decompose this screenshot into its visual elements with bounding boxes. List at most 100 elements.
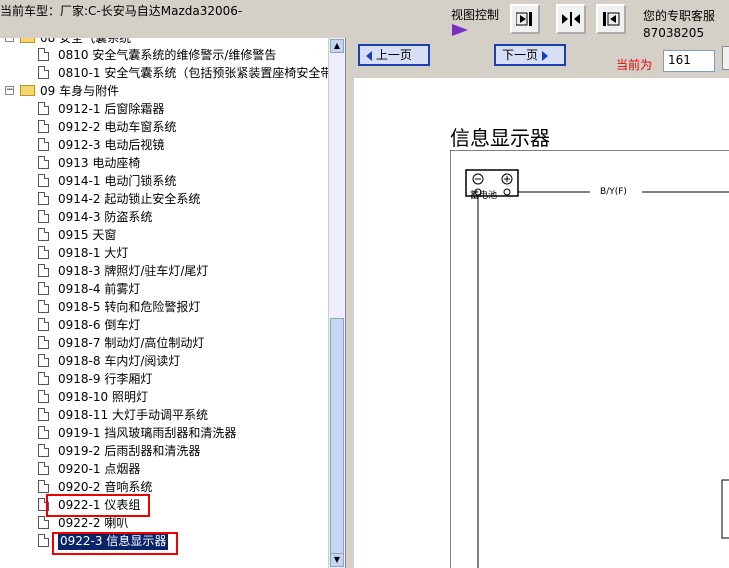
tree-item[interactable]: 0918-11 大灯手动调平系统 (0, 406, 330, 424)
diagram-frame (450, 150, 729, 568)
tree-item[interactable]: 0918-3 牌照灯/驻车灯/尾灯 (0, 262, 330, 280)
tree-item[interactable]: 0920-1 点烟器 (0, 460, 330, 478)
customer-service-info: 您的专职客服 87038205 (643, 8, 715, 42)
tree-item[interactable]: 0810 安全气囊系统的维修警示/维修警告 (0, 46, 330, 64)
service-label: 您的专职客服 (643, 9, 716, 23)
scroll-down-arrow-icon[interactable]: ▼ (330, 553, 344, 567)
tree-item-label: 0914-1 电动门锁系统 (58, 174, 177, 188)
tree-item-label: 0918-9 行李厢灯 (58, 372, 153, 386)
document-icon (38, 192, 49, 205)
folder-open-icon (20, 85, 35, 96)
tree-item-label: 0918-6 倒车灯 (58, 318, 141, 332)
tree-item-label: 0918-5 转向和危险警报灯 (58, 300, 201, 314)
diagram-title: 信息显示器 (450, 126, 550, 150)
tree-item[interactable]: 0918-9 行李厢灯 (0, 370, 330, 388)
tree-item[interactable]: 0918-10 照明灯 (0, 388, 330, 406)
tree-item[interactable]: 0919-1 挡风玻璃雨刮器和清洗器 (0, 424, 330, 442)
document-icon (38, 354, 49, 367)
tree-item[interactable]: 0919-2 后雨刮器和清洗器 (0, 442, 330, 460)
tree-item-label: 0919-2 后雨刮器和清洗器 (58, 444, 201, 458)
prev-page-button[interactable]: 上一页 (358, 44, 430, 66)
current-page-input[interactable]: 161 (663, 50, 715, 72)
document-icon (38, 480, 49, 493)
scroll-up-arrow-icon[interactable]: ▲ (330, 39, 344, 53)
component-box (721, 479, 729, 539)
current-page-label: 当前为 (616, 58, 653, 72)
flag-icon (452, 24, 468, 36)
tree-item[interactable]: 0918-1 大灯 (0, 244, 330, 262)
tree-item[interactable]: 0914-2 起动锁止安全系统 (0, 190, 330, 208)
diagram-viewer: 上一页 下一页 当前为 161 信息显示器 蓄电池 B/Y(F) (354, 38, 729, 568)
tree-item[interactable]: 0914-3 防盗系统 (0, 208, 330, 226)
dock-left-button[interactable] (596, 4, 626, 34)
tree-item[interactable]: 0912-1 后窗除霜器 (0, 100, 330, 118)
tree-item-label: 0912-3 电动后视镜 (58, 138, 165, 152)
document-icon (38, 228, 49, 241)
document-icon (38, 102, 49, 115)
next-page-button[interactable]: 下一页 (494, 44, 566, 66)
highlight-box-instrument-cluster (46, 494, 150, 517)
tree-item[interactable]: 0918-5 转向和危险警报灯 (0, 298, 330, 316)
tree-item[interactable]: 0912-2 电动车窗系统 (0, 118, 330, 136)
document-icon (38, 120, 49, 133)
wire-label: B/Y(F) (600, 187, 627, 197)
collapse-icon[interactable]: − (5, 86, 14, 95)
tree-item-label: 0918-10 照明灯 (58, 390, 148, 404)
document-icon (38, 174, 49, 187)
dock-left-icon (603, 12, 620, 26)
tree-item[interactable]: 0918-8 车内灯/阅读灯 (0, 352, 330, 370)
tree-item[interactable]: 0918-7 制动灯/高位制动灯 (0, 334, 330, 352)
document-icon (38, 48, 49, 61)
tree-scrollbar[interactable]: ▲ ▼ (328, 38, 345, 568)
document-icon (38, 66, 49, 79)
document-icon (38, 138, 49, 151)
tree-folder-09[interactable]: − 09 车身与附件 (0, 82, 330, 100)
tree-item-label: 0918-4 前雾灯 (58, 282, 141, 296)
tree-folder-label: 09 车身与附件 (40, 84, 120, 98)
next-page-label: 下一页 (502, 48, 539, 62)
tree-item-label: 0810 安全气囊系统的维修警示/维修警告 (58, 48, 277, 62)
tree-item[interactable]: 0918-4 前雾灯 (0, 280, 330, 298)
page-nav-bar: 上一页 下一页 当前为 161 (354, 38, 729, 78)
tree-item[interactable]: 0913 电动座椅 (0, 154, 330, 172)
document-icon (38, 156, 49, 169)
manual-tree: − 08 安全气囊系统 0810 安全气囊系统的维修警示/维修警告 0810-1… (0, 38, 346, 568)
split-view-icon (562, 12, 580, 26)
tree-item-label: 0920-1 点烟器 (58, 462, 141, 476)
current-vehicle-label: 当前车型：厂家:C-长安马自达Mazda32006- (0, 4, 243, 18)
tree-item-label: 0918-1 大灯 (58, 246, 129, 260)
tree-item-label: 0915 天窗 (58, 228, 117, 242)
top-toolbar: 当前车型：厂家:C-长安马自达Mazda32006- 视图控制 您的专职客服 8… (0, 0, 729, 40)
tree-item-label: 0918-11 大灯手动调平系统 (58, 408, 208, 422)
document-icon (38, 534, 49, 547)
tree-item-label: 0918-7 制动灯/高位制动灯 (58, 336, 205, 350)
collapse-icon[interactable]: − (5, 38, 14, 42)
document-icon (38, 516, 49, 529)
highlight-box-info-display (52, 532, 178, 555)
tree-item[interactable]: 0912-3 电动后视镜 (0, 136, 330, 154)
tree-item[interactable]: 0918-6 倒车灯 (0, 316, 330, 334)
tree-item-label: 0914-3 防盗系统 (58, 210, 153, 224)
scrollbar-thumb[interactable] (330, 318, 344, 566)
view-control-label: 视图控制 (451, 8, 500, 22)
wiring-diagram (450, 150, 729, 568)
go-button[interactable] (722, 46, 729, 70)
tree-item[interactable]: 0914-1 电动门锁系统 (0, 172, 330, 190)
document-icon (38, 408, 49, 421)
tree-item-label: 0912-2 电动车窗系统 (58, 120, 177, 134)
tree-item-label: 0912-1 后窗除霜器 (58, 102, 165, 116)
dock-right-button[interactable] (510, 4, 540, 34)
tree-item[interactable]: 0915 天窗 (0, 226, 330, 244)
document-icon (38, 318, 49, 331)
pane-splitter[interactable] (346, 38, 354, 568)
tree-item-label: 0919-1 挡风玻璃雨刮器和清洗器 (58, 426, 237, 440)
tree-item[interactable]: 0810-1 安全气囊系统（包括预张紧装置座椅安全带 (0, 64, 332, 82)
document-icon (38, 336, 49, 349)
arrow-right-icon (541, 50, 548, 61)
document-icon (38, 390, 49, 403)
document-icon (38, 300, 49, 313)
document-icon (38, 210, 49, 223)
document-icon (38, 372, 49, 385)
split-view-button[interactable] (556, 4, 586, 34)
document-icon (38, 462, 49, 475)
